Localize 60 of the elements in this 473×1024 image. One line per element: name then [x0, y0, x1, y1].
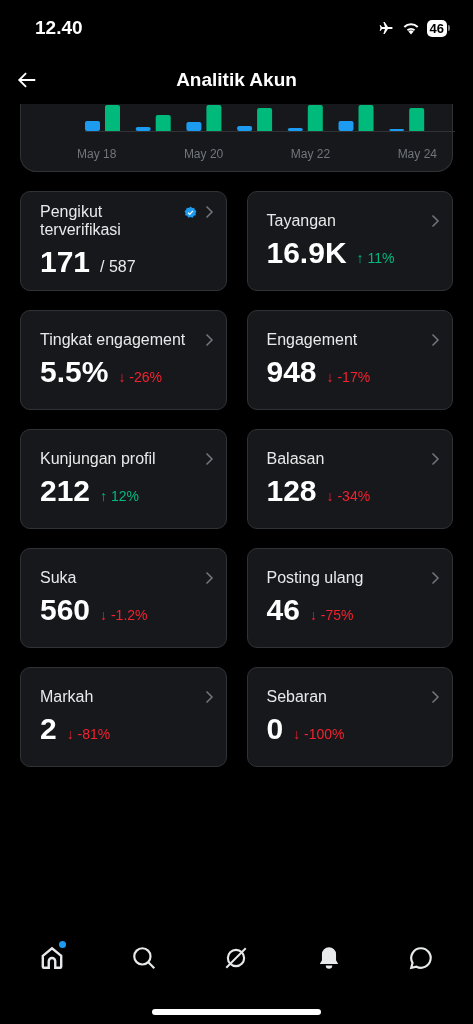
status-time: 12.40: [35, 15, 83, 40]
metric-label: Posting ulang: [266, 569, 365, 587]
metric-value: 171: [40, 245, 91, 279]
metric-card[interactable]: Tingkat engagement 5.5% ↓ -26%: [20, 310, 227, 410]
metric-label: Markah: [40, 688, 95, 706]
chevron-right-icon: [204, 205, 214, 219]
axis-label: May 24: [397, 146, 437, 163]
metric-change: ↓ -1.2%: [100, 606, 148, 625]
metric-change: ↓ -100%: [293, 725, 345, 744]
metric-value: 212: [40, 474, 91, 508]
chevron-right-icon: [204, 333, 214, 347]
metric-card[interactable]: Tayangan 16.9K ↑ 11%: [246, 191, 453, 291]
chevron-right-icon: [204, 571, 214, 585]
metric-change: ↓ -34%: [326, 487, 371, 506]
chevron-right-icon: [431, 333, 440, 347]
metric-label: Balasan: [266, 450, 326, 468]
battery-level: 46: [426, 19, 447, 37]
metric-label: Tayangan: [266, 212, 337, 230]
metric-card[interactable]: Engagement 948 ↓ -17%: [246, 310, 453, 410]
metric-change: ↓ -75%: [309, 606, 354, 625]
chevron-right-icon: [204, 452, 214, 466]
wifi-icon: [401, 21, 420, 35]
metric-value: 46: [266, 593, 300, 627]
metric-change: ↓ -17%: [326, 368, 371, 387]
metric-change: ↓ -81%: [66, 725, 111, 744]
metric-label: Tingkat engagement: [40, 331, 187, 349]
metric-card[interactable]: Posting ulang 46 ↓ -75%: [246, 548, 453, 648]
metric-value: 0: [266, 712, 284, 746]
metric-total: / 587: [100, 257, 136, 277]
metric-value: 5.5%: [40, 355, 109, 389]
chevron-right-icon: [431, 690, 440, 704]
chevron-right-icon: [204, 690, 214, 704]
chevron-right-icon: [431, 452, 440, 466]
axis-label: May 18: [77, 146, 117, 163]
metric-value: 2: [40, 712, 57, 746]
speech-bubble-icon: [407, 945, 434, 971]
metric-card[interactable]: Sebaran 0 ↓ -100%: [246, 667, 453, 767]
metric-label: Engagement: [266, 331, 359, 349]
metric-change: ↓ -26%: [118, 368, 162, 387]
metric-card[interactable]: Pengikut terverifikasi 171 / 587: [20, 191, 227, 291]
metric-card[interactable]: Balasan 128 ↓ -34%: [246, 429, 453, 529]
axis-label: May 20: [183, 146, 224, 163]
page-title: Analitik Akun: [176, 67, 297, 92]
axis-label: May 22: [290, 146, 331, 163]
chevron-right-icon: [431, 571, 440, 585]
metric-label: Sebaran: [266, 688, 328, 706]
metric-label: Suka: [40, 569, 78, 587]
search-icon: [131, 945, 158, 971]
metric-value: 948: [266, 355, 317, 389]
metric-change: ↑ 11%: [356, 249, 395, 268]
metric-change: ↑ 12%: [100, 487, 139, 506]
metric-value: 16.9K: [266, 236, 347, 270]
metric-value: 560: [40, 593, 91, 627]
metric-value: 128: [266, 474, 317, 508]
chevron-right-icon: [431, 214, 440, 228]
metric-card[interactable]: Kunjungan profil 212 ↑ 12%: [20, 429, 227, 529]
metric-card[interactable]: Suka 560 ↓ -1.2%: [20, 548, 227, 648]
metric-label: Kunjungan profil: [40, 450, 157, 468]
metric-card[interactable]: Markah 2 ↓ -81%: [20, 667, 227, 767]
metric-label: Pengikut terverifikasi: [40, 203, 122, 239]
